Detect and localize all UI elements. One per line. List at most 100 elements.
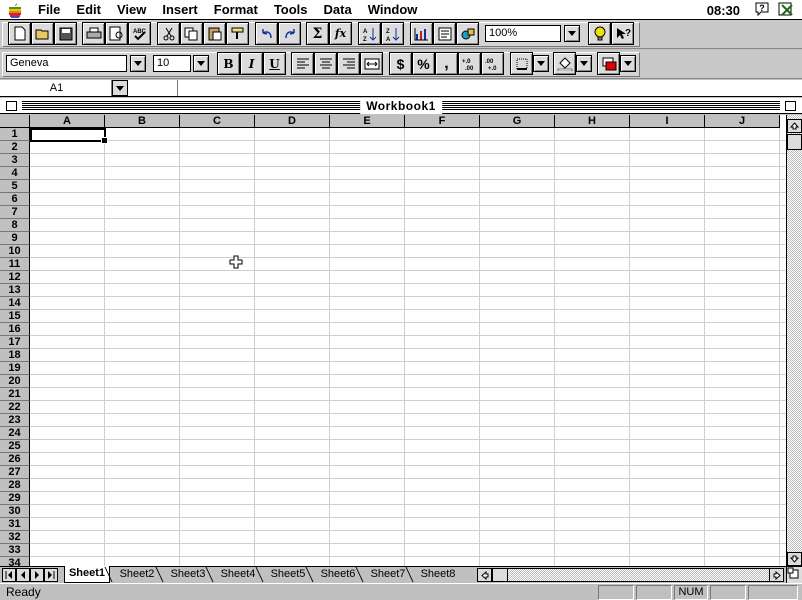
font-size-dropdown-button[interactable] (193, 55, 209, 72)
row-header[interactable]: 5 (0, 180, 30, 193)
row-header[interactable]: 30 (0, 505, 30, 518)
row-header[interactable]: 13 (0, 284, 30, 297)
menu-clock[interactable]: 08:30 (707, 3, 740, 18)
row-header[interactable]: 15 (0, 310, 30, 323)
size-box-icon[interactable] (786, 567, 802, 583)
sheet-tab[interactable]: Sheet2 (114, 567, 160, 582)
drawing-toolbar-icon[interactable] (456, 22, 479, 45)
sheet-tab[interactable]: Sheet8 (415, 567, 461, 582)
menu-file[interactable]: File (30, 0, 68, 20)
window-title-bar[interactable]: Workbook1 (0, 98, 802, 114)
column-header[interactable]: A (30, 115, 105, 128)
decrease-decimal-icon[interactable]: .00 +.0 (481, 52, 504, 75)
apple-menu-icon[interactable] (0, 0, 30, 20)
undo-icon[interactable] (255, 22, 278, 45)
column-header[interactable]: B (105, 115, 180, 128)
fill-color-dropdown-button[interactable] (576, 55, 592, 72)
chart-wizard-icon[interactable] (410, 22, 433, 45)
context-help-icon[interactable]: ? (611, 22, 634, 45)
print-preview-icon[interactable] (105, 22, 128, 45)
bold-button[interactable]: B (217, 52, 240, 75)
sheet-tab[interactable]: Sheet5 (265, 567, 311, 582)
menu-insert[interactable]: Insert (154, 0, 205, 20)
percent-style-button[interactable]: % (412, 52, 435, 75)
horizontal-scrollbar[interactable] (477, 568, 784, 582)
sheet-tab[interactable]: Sheet3 (165, 567, 211, 582)
paste-clipboard-icon[interactable] (203, 22, 226, 45)
new-file-icon[interactable] (8, 22, 31, 45)
function-wizard-icon[interactable]: fx (329, 22, 352, 45)
currency-style-button[interactable]: $ (389, 52, 412, 75)
align-center-icon[interactable] (314, 52, 337, 75)
first-sheet-icon[interactable] (2, 568, 16, 582)
sheet-tab[interactable]: Sheet4 (215, 567, 261, 582)
column-header[interactable]: D (255, 115, 330, 128)
italic-button[interactable]: I (240, 52, 263, 75)
row-header[interactable]: 14 (0, 297, 30, 310)
row-header[interactable]: 1 (0, 128, 30, 141)
row-header[interactable]: 18 (0, 349, 30, 362)
worksheet-grid[interactable]: ABCDEFGHIJ 1 2 3 4 5 6 7 8 9 10 11 12 13 14 15 16 17 18 19… (0, 115, 786, 566)
scroll-right-arrow-icon[interactable] (769, 568, 784, 582)
column-header[interactable]: I (630, 115, 705, 128)
merge-center-icon[interactable] (360, 52, 383, 75)
row-header[interactable]: 29 (0, 492, 30, 505)
borders-dropdown-button[interactable] (533, 55, 549, 72)
row-header[interactable]: 21 (0, 388, 30, 401)
redo-icon[interactable] (278, 22, 301, 45)
scroll-down-arrow-icon[interactable] (787, 552, 802, 566)
increase-decimal-icon[interactable]: +.0.00 (458, 52, 481, 75)
row-header[interactable]: 8 (0, 219, 30, 232)
row-header[interactable]: 11 (0, 258, 30, 271)
select-all-corner[interactable] (0, 115, 30, 128)
name-box-dropdown-button[interactable] (112, 80, 128, 96)
align-right-icon[interactable] (337, 52, 360, 75)
row-header[interactable]: 16 (0, 323, 30, 336)
row-header[interactable]: 4 (0, 167, 30, 180)
scroll-up-arrow-icon[interactable] (787, 119, 802, 133)
menu-window[interactable]: Window (360, 0, 426, 20)
vertical-scrollbar[interactable] (786, 115, 802, 566)
sheet-tab[interactable]: Sheet6 (315, 567, 361, 582)
print-icon[interactable] (82, 22, 105, 45)
row-header[interactable]: 31 (0, 518, 30, 531)
row-header[interactable]: 6 (0, 193, 30, 206)
sort-ascending-icon[interactable]: AZ (358, 22, 381, 45)
row-header[interactable]: 27 (0, 466, 30, 479)
copy-icon[interactable] (180, 22, 203, 45)
font-color-dropdown-button[interactable] (620, 55, 636, 72)
row-header[interactable]: 33 (0, 544, 30, 557)
horizontal-scroll-thumb[interactable] (492, 568, 508, 582)
row-header[interactable]: 2 (0, 141, 30, 154)
comma-style-button[interactable]: , (435, 52, 458, 75)
row-header[interactable]: 25 (0, 440, 30, 453)
autosum-sigma-icon[interactable]: Σ (306, 22, 329, 45)
sort-descending-icon[interactable]: ZA (381, 22, 404, 45)
row-header[interactable]: 9 (0, 232, 30, 245)
next-sheet-icon[interactable] (30, 568, 44, 582)
underline-button[interactable]: U (263, 52, 286, 75)
active-cell-a1[interactable] (30, 128, 108, 144)
close-box-icon[interactable] (6, 101, 17, 111)
last-sheet-icon[interactable] (44, 568, 58, 582)
sheet-tab[interactable]: Sheet7 (365, 567, 411, 582)
fill-color-bucket-icon[interactable] (553, 52, 576, 75)
balloon-help-icon[interactable]: ? (754, 1, 770, 20)
font-name-field[interactable]: Geneva (6, 55, 127, 72)
row-header[interactable]: 7 (0, 206, 30, 219)
excel-application-icon[interactable] (778, 1, 796, 20)
format-painter-brush-icon[interactable] (226, 22, 249, 45)
row-header[interactable]: 3 (0, 154, 30, 167)
row-header[interactable]: 26 (0, 453, 30, 466)
zoom-dropdown-button[interactable] (564, 25, 580, 42)
font-color-icon[interactable] (597, 52, 620, 75)
cell-area[interactable] (30, 128, 786, 566)
zoom-box-icon[interactable] (785, 101, 796, 111)
cut-scissors-icon[interactable] (157, 22, 180, 45)
vertical-scroll-thumb[interactable] (787, 134, 802, 150)
menu-tools[interactable]: Tools (266, 0, 316, 20)
row-header[interactable]: 28 (0, 479, 30, 492)
font-size-field[interactable]: 10 (153, 55, 191, 72)
row-header[interactable]: 19 (0, 362, 30, 375)
sheet-tab[interactable]: Sheet1 (64, 566, 110, 583)
